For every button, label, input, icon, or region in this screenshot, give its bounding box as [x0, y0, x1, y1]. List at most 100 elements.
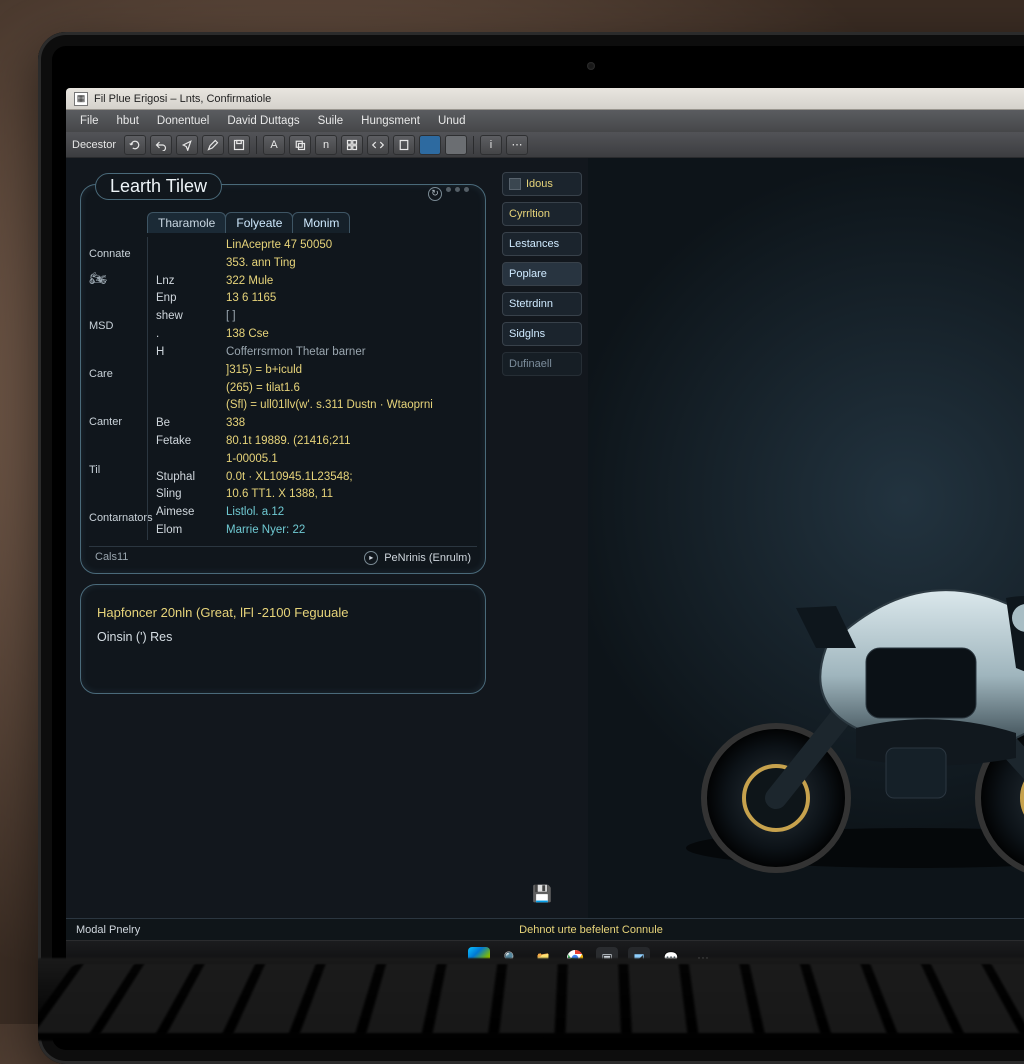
- footer-run-label: PeNrinis (Enrulm): [384, 552, 471, 564]
- action-lestances[interactable]: Lestances: [502, 232, 582, 256]
- action-stetrdinn[interactable]: Stetrdinn: [502, 292, 582, 316]
- property-row: 353. ann Ting: [156, 255, 477, 273]
- info-icon[interactable]: i: [480, 135, 502, 155]
- toolbar-sep: [256, 136, 257, 154]
- toolbar: Decestor A n i ⋯: [66, 132, 1024, 158]
- prop-value: LinAceprte 47 50050: [226, 237, 332, 255]
- property-row: Be338: [156, 415, 477, 433]
- property-row: Lnz 322 Mule: [156, 273, 477, 291]
- copy-icon[interactable]: [289, 135, 311, 155]
- panel-dot-icon: [446, 187, 451, 192]
- prop-key: .: [156, 326, 220, 344]
- viewer-pane[interactable]: [588, 158, 1024, 918]
- prop-key: H: [156, 344, 220, 362]
- prop-key: [156, 397, 220, 415]
- prop-value: 138 Cse: [226, 326, 269, 344]
- property-row: (265) = tilat1.6: [156, 380, 477, 398]
- share-icon[interactable]: [176, 135, 198, 155]
- property-row: shew [ ]: [156, 308, 477, 326]
- property-row: Fetake80.1t 19889. (21416;211: [156, 433, 477, 451]
- tab-tharamole[interactable]: Tharamole: [147, 212, 226, 233]
- prop-value: 13 6 1165: [226, 290, 276, 308]
- prop-key: [156, 451, 220, 469]
- save-icon[interactable]: [228, 135, 250, 155]
- cat-canter: Canter: [89, 411, 147, 433]
- prop-value: Cofferrsrmon Thetar barner: [226, 344, 366, 362]
- prop-value: Marrie Nyer: 22: [226, 522, 305, 540]
- footer-left: Cals11: [95, 551, 128, 565]
- prop-value: ]315) = b+iculd: [226, 362, 302, 380]
- panel-dot-icon: [464, 187, 469, 192]
- status-center: Dehnot urte befelent Connule: [519, 924, 663, 936]
- prop-key: [156, 380, 220, 398]
- property-row: Elom Marrie Nyer: 22: [156, 522, 477, 540]
- prop-value: (265) = tilat1.6: [226, 380, 300, 398]
- refresh-icon[interactable]: [124, 135, 146, 155]
- action-poplare[interactable]: Poplare: [502, 262, 582, 286]
- more-icon[interactable]: ⋯: [506, 135, 528, 155]
- property-row: ]315) = b+iculd: [156, 362, 477, 380]
- property-row: 1-00005.1: [156, 451, 477, 469]
- save-disk-icon[interactable]: 💾: [502, 884, 582, 904]
- app-icon: ▦: [74, 92, 88, 106]
- prop-key: Elom: [156, 522, 220, 540]
- tab-monim[interactable]: Monim: [292, 212, 350, 233]
- motorcycle-icon: 🏍: [89, 267, 147, 289]
- action-sidglns[interactable]: Sidglns: [502, 322, 582, 346]
- action-cyrrltion[interactable]: Cyrrltion: [502, 202, 582, 226]
- workspace: Learth Tilew ↻ Tharamole Folyeate Monim: [66, 158, 1024, 918]
- panel-action-icon[interactable]: ↻: [428, 187, 442, 201]
- font-icon[interactable]: A: [263, 135, 285, 155]
- panel-dot-icon: [455, 187, 460, 192]
- cat-care: Care: [89, 363, 147, 385]
- action-label: Lestances: [509, 238, 559, 250]
- output-message-1: Hapfoncer 20nln (Great, lFl -2100 Feguua…: [97, 605, 469, 620]
- cat-contarnators: Contarnators: [89, 507, 147, 529]
- prop-key: shew: [156, 308, 220, 326]
- menu-david[interactable]: David Duttags: [219, 113, 307, 129]
- grid-icon[interactable]: [341, 135, 363, 155]
- laptop-keyboard: [38, 958, 1024, 1041]
- prop-value: (Sfl) = ull01llv(w'. s.311 Dustn · Wtaop…: [226, 397, 433, 415]
- code-icon[interactable]: [367, 135, 389, 155]
- panel-footer: Cals11 ▸ PeNrinis (Enrulm): [89, 546, 477, 565]
- action-idous[interactable]: Idous: [502, 172, 582, 196]
- menu-file[interactable]: File: [72, 113, 107, 129]
- prop-key: Sling: [156, 486, 220, 504]
- bold-icon[interactable]: n: [315, 135, 337, 155]
- footer-run-button[interactable]: ▸ PeNrinis (Enrulm): [364, 551, 471, 565]
- menu-hungsment[interactable]: Hungsment: [353, 113, 428, 129]
- action-label: Dufinaell: [509, 358, 552, 370]
- prop-key: Lnz: [156, 273, 220, 291]
- edit-icon[interactable]: [202, 135, 224, 155]
- menu-suile[interactable]: Suile: [310, 113, 352, 129]
- menu-donentuel[interactable]: Donentuel: [149, 113, 217, 129]
- action-dufinaell[interactable]: Dufinaell: [502, 352, 582, 376]
- panel-title: Learth Tilew: [95, 173, 222, 200]
- prop-key: Stuphal: [156, 469, 220, 487]
- category-labels: Connate 🏍 MSD Care Canter Til Contarnato: [89, 237, 147, 540]
- prop-value: 322 Mule: [226, 273, 273, 291]
- fill-icon[interactable]: [419, 135, 441, 155]
- property-row: AimeseListlol. a.12: [156, 504, 477, 522]
- output-message-2: Oinsin (') Res: [97, 630, 469, 644]
- prop-key: Be: [156, 415, 220, 433]
- prop-value: 80.1t 19889. (21416;211: [226, 433, 350, 451]
- property-row: . 138 Cse: [156, 326, 477, 344]
- prop-value: [ ]: [226, 308, 236, 326]
- doc-icon[interactable]: [393, 135, 415, 155]
- prop-key: Enp: [156, 290, 220, 308]
- prop-value: 10.6 TT1. X 1388, 11: [226, 486, 333, 504]
- menu-hbut[interactable]: hbut: [109, 113, 147, 129]
- menu-unud[interactable]: Unud: [430, 113, 474, 129]
- prop-key: [156, 255, 220, 273]
- properties-grid: Connate 🏍 MSD Care Canter Til Contarnato: [89, 237, 477, 540]
- action-label: Idous: [526, 178, 553, 190]
- undo-icon[interactable]: [150, 135, 172, 155]
- cat-blank: [89, 435, 147, 457]
- prop-key: [156, 237, 220, 255]
- prop-value: 1-00005.1: [226, 451, 278, 469]
- clear-icon[interactable]: [445, 135, 467, 155]
- motorcycle-render: [656, 498, 1024, 878]
- tab-folyeate[interactable]: Folyeate: [225, 212, 293, 233]
